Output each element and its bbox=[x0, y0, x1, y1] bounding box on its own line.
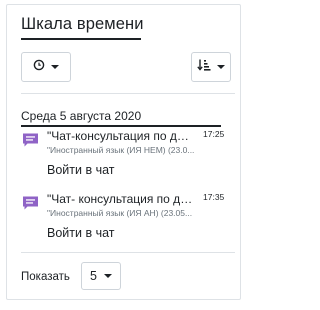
chevron-down-icon bbox=[103, 274, 112, 278]
event-time: 17:35 bbox=[203, 192, 225, 202]
event-name-link[interactable]: "Чат- консультация по да... bbox=[47, 192, 193, 206]
chevron-down-icon bbox=[217, 65, 225, 69]
event-course: "Иностранный язык (ИЯ АН) (23.05... bbox=[47, 208, 193, 218]
sort-dropdown-button[interactable] bbox=[191, 52, 231, 82]
show-label: Показать bbox=[21, 271, 70, 283]
chat-icon bbox=[22, 195, 39, 211]
chat-icon bbox=[22, 132, 39, 148]
sort-by-dates-icon bbox=[197, 58, 211, 77]
clock-icon bbox=[33, 58, 45, 76]
limit-dropdown-button[interactable]: 5 bbox=[81, 262, 121, 290]
date-underline bbox=[21, 125, 221, 127]
limit-value: 5 bbox=[90, 269, 97, 283]
date-heading: Среда 5 августа 2020 bbox=[21, 109, 142, 123]
join-chat-link[interactable]: Войти в чат bbox=[47, 226, 114, 240]
divider bbox=[21, 93, 235, 94]
timeline-block: Шкала времени Среда 5 августа 2020 "Чат-… bbox=[6, 4, 241, 300]
join-chat-link[interactable]: Войти в чат bbox=[47, 163, 114, 177]
event-time: 17:25 bbox=[203, 129, 225, 139]
filter-dropdown-button[interactable] bbox=[21, 52, 71, 82]
event-name-link[interactable]: "Чат-консультация по ди... bbox=[47, 129, 193, 143]
chevron-down-icon bbox=[51, 65, 59, 69]
block-title: Шкала времени bbox=[21, 15, 144, 33]
title-underline bbox=[21, 38, 141, 40]
event-course: "Иностранный язык (ИЯ НЕМ) (23.0... bbox=[47, 145, 195, 155]
divider bbox=[21, 252, 235, 253]
